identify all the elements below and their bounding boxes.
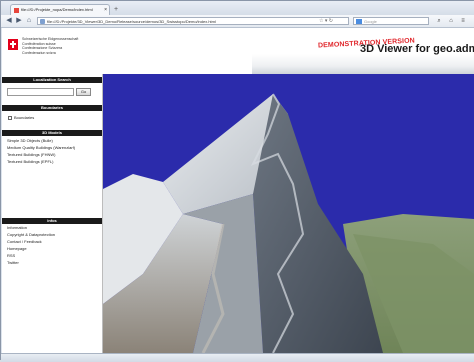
info-link-twitter[interactable]: Twitter <box>7 260 19 265</box>
new-tab-button[interactable]: + <box>111 5 121 14</box>
browser-window: file:///D:/Projekte_nopa/Demo/index.html… <box>0 0 474 362</box>
info-link-copyright[interactable]: Copyright & Dataprotection <box>7 232 55 237</box>
boundaries-heading: Boundaries <box>2 105 102 111</box>
confederation-line: Confederaziun svizra <box>22 50 56 55</box>
go-button[interactable]: Go <box>76 88 91 96</box>
page-content: Schweizerische Eidgenossenschaft Confédé… <box>2 28 474 353</box>
url-bar-icons: ☆ ▾ ↻ <box>319 17 333 25</box>
confederation-text: Schweizerische Eidgenossenschaft Confédé… <box>22 37 78 55</box>
confederation-line: Schweizerische Eidgenossenschaft <box>22 37 79 41</box>
search-box[interactable]: Google <box>353 17 429 25</box>
bookmark-star-icon[interactable]: ☆ <box>319 18 323 24</box>
mountain-terrain-view[interactable] <box>103 74 474 353</box>
3d-globe-viewer[interactable] <box>103 74 474 353</box>
boundaries-checkbox[interactable] <box>8 116 12 120</box>
swiss-cross-logo <box>8 39 18 50</box>
info-link-rss[interactable]: RSS <box>7 253 15 258</box>
search-icon[interactable]: ⌕ <box>435 17 443 25</box>
info-link-homepage[interactable]: Homepage <box>7 246 27 251</box>
forward-arrow-icon[interactable]: ▶ <box>15 17 23 25</box>
boundaries-label[interactable]: Boundaries <box>14 115 34 120</box>
site-identity-icon <box>40 19 45 24</box>
menu-icon[interactable]: ≡ <box>459 17 467 25</box>
model-item-warenzlarf[interactable]: Medium Quality Buildings (Warenzlarf) <box>7 145 75 150</box>
info-link-information[interactable]: Information <box>7 225 27 230</box>
search-placeholder: Google <box>364 19 377 24</box>
tab-title: file:///D:/Projekte_nopa/Demo/index.html <box>21 7 93 12</box>
model-item-epfl[interactable]: Textured Buildings (EPFL) <box>7 159 53 164</box>
3d-models-heading: 3D Models <box>2 130 102 136</box>
reload-icon[interactable]: ↻ <box>329 18 333 24</box>
header-decoration <box>252 54 474 74</box>
favicon-icon <box>14 8 19 13</box>
home-icon[interactable]: ⌂ <box>25 17 33 25</box>
url-text: file:///D:/Projekte/3D_Viewer/3D_Demo/Re… <box>47 19 216 24</box>
browser-tab[interactable]: file:///D:/Projekte_nopa/Demo/index.html… <box>10 4 110 15</box>
back-arrow-icon[interactable]: ◀ <box>5 17 13 25</box>
localization-search-heading: Localization Search <box>2 77 102 83</box>
model-item-fhnw[interactable]: Textured Buildings (FHNW) <box>7 152 55 157</box>
home-page-icon[interactable]: ⌂ <box>447 17 455 25</box>
page-header: Schweizerische Eidgenossenschaft Confédé… <box>2 28 474 74</box>
dropdown-arrow-icon[interactable]: ▾ <box>325 18 328 24</box>
sidebar: Localization Search Go Boundaries Bounda… <box>2 74 103 353</box>
infos-heading: Infos <box>2 218 102 224</box>
address-bar[interactable]: file:///D:/Projekte/3D_Viewer/3D_Demo/Re… <box>37 17 349 25</box>
status-bar <box>1 353 474 362</box>
tab-bar: file:///D:/Projekte_nopa/Demo/index.html… <box>1 1 474 15</box>
info-link-contact[interactable]: Contact / Feedback <box>7 239 42 244</box>
location-search-input[interactable] <box>7 88 74 96</box>
search-engine-icon <box>356 19 362 24</box>
model-item-bulle[interactable]: Simple 3D Objects (Bulle) <box>7 138 53 143</box>
navigation-bar: ◀ ▶ ⌂ file:///D:/Projekte/3D_Viewer/3D_D… <box>1 15 474 28</box>
page-title: 3D Viewer for geo.admin.ch <box>360 43 474 55</box>
close-tab-icon[interactable]: × <box>104 5 107 15</box>
